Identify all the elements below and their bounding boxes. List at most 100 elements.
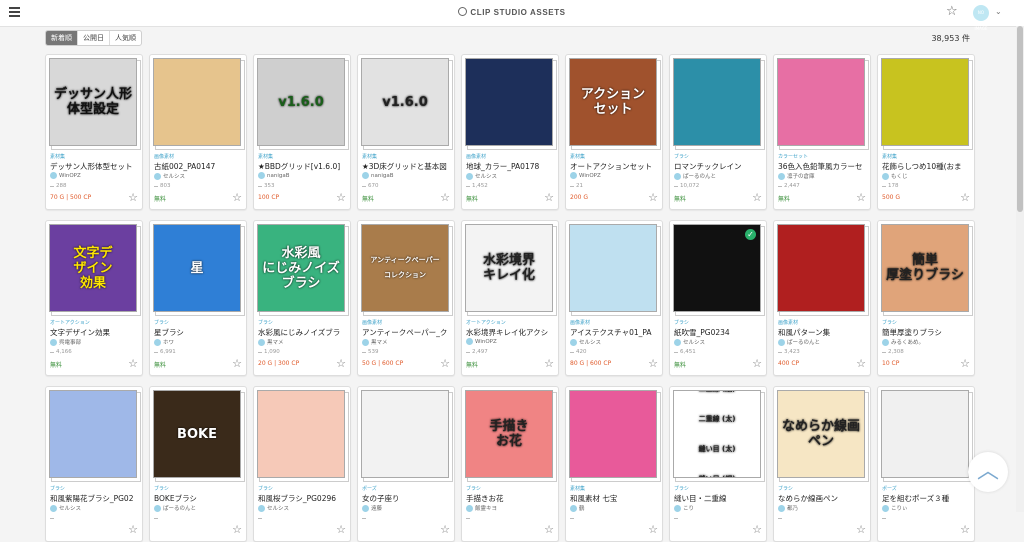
asset-card[interactable]: 文字デ ザイン 効果 オートアクション 文字デザイン効果 呉電事部 4,166 … — [45, 220, 143, 376]
thumbnail[interactable]: 文字デ ザイン 効果 — [49, 224, 141, 316]
thumbnail-image[interactable]: 星 — [153, 224, 241, 312]
favorite-star-icon[interactable]: ☆ — [960, 192, 970, 203]
thumbnail[interactable] — [361, 390, 453, 482]
asset-author[interactable]: セルシス — [674, 338, 705, 346]
asset-title[interactable]: 文字デザイン効果 — [50, 327, 138, 338]
asset-author[interactable]: ぱーるのんと — [674, 172, 716, 180]
asset-author[interactable]: 凛子の倉庫 — [778, 172, 815, 180]
asset-card[interactable]: ポーズ 足を組むポーズ３種 こりぃ ☆ — [877, 386, 975, 542]
thumbnail[interactable]: 水彩境界 キレイ化 — [465, 224, 557, 316]
thumbnail-image[interactable]: デッサン人形 体型設定 — [49, 58, 137, 146]
asset-card[interactable]: BOKE ブラシ BOKEブラシ ぱーるのんと ☆ — [149, 386, 247, 542]
thumbnail[interactable]: 二重線 (細) 二重線 (太) 縫い目 (太) 縫い目 (細) — [673, 390, 765, 482]
asset-author[interactable]: セルシス — [154, 172, 185, 180]
favorite-star-icon[interactable]: ☆ — [544, 358, 554, 369]
thumbnail[interactable]: 星 — [153, 224, 245, 316]
thumbnail[interactable] — [569, 390, 661, 482]
thumbnail[interactable]: 水彩風 にじみノイズ ブラシ — [257, 224, 349, 316]
favorite-star-icon[interactable]: ☆ — [648, 192, 658, 203]
asset-author[interactable]: セルシス — [50, 504, 81, 512]
thumbnail[interactable]: v1.6.0 — [257, 58, 349, 150]
asset-title[interactable]: 和風素材 七宝 — [570, 493, 658, 504]
asset-card[interactable]: アクション セット 素材集 オートアクションセット WinOPZ 21 200 … — [565, 54, 663, 210]
favorite-star-icon[interactable]: ☆ — [752, 524, 762, 535]
asset-author[interactable]: 遠藤 — [362, 504, 382, 512]
sort-tab-newest[interactable]: 新着順 — [46, 31, 78, 45]
asset-author[interactable]: セルシス — [258, 504, 289, 512]
site-brand[interactable]: CLIP STUDIO ASSETS — [0, 7, 1024, 17]
asset-title[interactable]: 地球_カラー_PA0178 — [466, 161, 554, 172]
thumbnail-image[interactable] — [49, 390, 137, 478]
thumbnail-image[interactable] — [257, 390, 345, 478]
thumbnail[interactable] — [777, 224, 869, 316]
thumbnail[interactable] — [881, 58, 973, 150]
asset-card[interactable]: 素材集 花飾らしつめ10種(おま もくじ 178 500 G ☆ — [877, 54, 975, 210]
asset-author[interactable]: セルシス — [466, 172, 497, 180]
favorite-star-icon[interactable]: ☆ — [544, 524, 554, 535]
favorite-star-icon[interactable]: ☆ — [336, 358, 346, 369]
favorite-star-icon[interactable]: ☆ — [648, 358, 658, 369]
favorite-star-icon[interactable]: ☆ — [544, 192, 554, 203]
thumbnail-image[interactable]: BOKE — [153, 390, 241, 478]
asset-card[interactable]: v1.6.0 素材集 ★BBDグリッド[v1.6.0] nanigaB 353 … — [253, 54, 351, 210]
favorite-star-icon[interactable]: ☆ — [960, 524, 970, 535]
favorite-star-icon[interactable]: ☆ — [752, 192, 762, 203]
asset-card[interactable]: 二重線 (細) 二重線 (太) 縫い目 (太) 縫い目 (細) ブラシ 縫い目・… — [669, 386, 767, 542]
asset-title[interactable]: 花飾らしつめ10種(おま — [882, 161, 970, 172]
favorite-star-icon[interactable]: ☆ — [232, 524, 242, 535]
thumbnail-image[interactable]: アンティークペーパー コレクション — [361, 224, 449, 312]
thumbnail[interactable]: アクション セット — [569, 58, 661, 150]
thumbnail[interactable]: v1.6.0 — [361, 58, 453, 150]
thumbnail[interactable]: 手描き お花 — [465, 390, 557, 482]
favorite-star-icon[interactable]: ☆ — [336, 192, 346, 203]
asset-title[interactable]: 和風桜ブラシ_PG0296 — [258, 493, 346, 504]
asset-title[interactable]: 星ブラシ — [154, 327, 242, 338]
thumbnail-image[interactable] — [673, 58, 761, 146]
thumbnail-image[interactable]: 手描き お花 — [465, 390, 553, 478]
asset-title[interactable]: ロマンチックレイン — [674, 161, 762, 172]
asset-card[interactable]: なめらか線画ペン ブラシ なめらか線画ペン 都乃 ☆ — [773, 386, 871, 542]
asset-author[interactable]: 飯霊キヨ — [466, 504, 497, 512]
thumbnail-image[interactable]: v1.6.0 — [257, 58, 345, 146]
favorite-star-icon[interactable]: ☆ — [336, 524, 346, 535]
thumbnail[interactable] — [257, 390, 349, 482]
favorite-star-icon[interactable]: ☆ — [856, 358, 866, 369]
asset-author[interactable]: こりぃ — [882, 504, 908, 512]
thumbnail[interactable]: デッサン人形 体型設定 — [49, 58, 141, 150]
asset-author[interactable]: こり — [674, 504, 694, 512]
favorite-star-icon[interactable]: ☆ — [440, 192, 450, 203]
asset-card[interactable]: 画像素材 和風パターン集 ぱーるのんと 3,423 400 CP ☆ — [773, 220, 871, 376]
asset-title[interactable]: 水彩風にじみノイズブラ — [258, 327, 346, 338]
thumbnail-image[interactable] — [777, 58, 865, 146]
thumbnail-image[interactable]: 水彩境界 キレイ化 — [465, 224, 553, 312]
favorite-star-icon[interactable]: ☆ — [440, 358, 450, 369]
asset-title[interactable]: 古紙002_PA0147 — [154, 161, 242, 172]
favorite-star-icon[interactable]: ☆ — [232, 358, 242, 369]
asset-card[interactable]: 画像素材 地球_カラー_PA0178 セルシス 1,452 無料 ☆ — [461, 54, 559, 210]
asset-author[interactable]: 黒マメ — [258, 338, 284, 346]
favorite-star-icon[interactable]: ☆ — [752, 358, 762, 369]
favorite-star-icon[interactable]: ☆ — [128, 192, 138, 203]
thumbnail-image[interactable] — [569, 224, 657, 312]
thumbnail-image[interactable] — [465, 58, 553, 146]
asset-author[interactable]: みるくあめ。 — [882, 338, 924, 346]
thumbnail[interactable] — [153, 58, 245, 150]
thumbnail[interactable] — [881, 390, 973, 482]
asset-title[interactable]: 簡単厚塗りブラシ — [882, 327, 970, 338]
thumbnail-image[interactable] — [153, 58, 241, 146]
thumbnail[interactable] — [465, 58, 557, 150]
asset-author[interactable]: 呉電事部 — [50, 338, 81, 346]
asset-title[interactable]: 和風パターン集 — [778, 327, 866, 338]
asset-card[interactable]: 星 ブラシ 星ブラシ ホワ 6,991 無料 ☆ — [149, 220, 247, 376]
thumbnail[interactable] — [777, 58, 869, 150]
asset-author[interactable]: 都乃 — [778, 504, 798, 512]
thumbnail-image[interactable]: 文字デ ザイン 効果 — [49, 224, 137, 312]
asset-title[interactable]: 足を組むポーズ３種 — [882, 493, 970, 504]
asset-card[interactable]: 水彩風 にじみノイズ ブラシ ブラシ 水彩風にじみノイズブラ 黒マメ 1,090… — [253, 220, 351, 376]
asset-author[interactable]: もくじ — [882, 172, 908, 180]
thumbnail[interactable] — [569, 224, 661, 316]
asset-title[interactable]: オートアクションセット — [570, 161, 658, 172]
asset-card[interactable]: アンティークペーパー コレクション 画像素材 アンティークペーパー_ク 黒マメ … — [357, 220, 455, 376]
asset-author[interactable]: 黒マメ — [362, 338, 388, 346]
asset-card[interactable]: v1.6.0 素材集 ★3D床グリッドと基本図 nanigaB 670 無料 ☆ — [357, 54, 455, 210]
